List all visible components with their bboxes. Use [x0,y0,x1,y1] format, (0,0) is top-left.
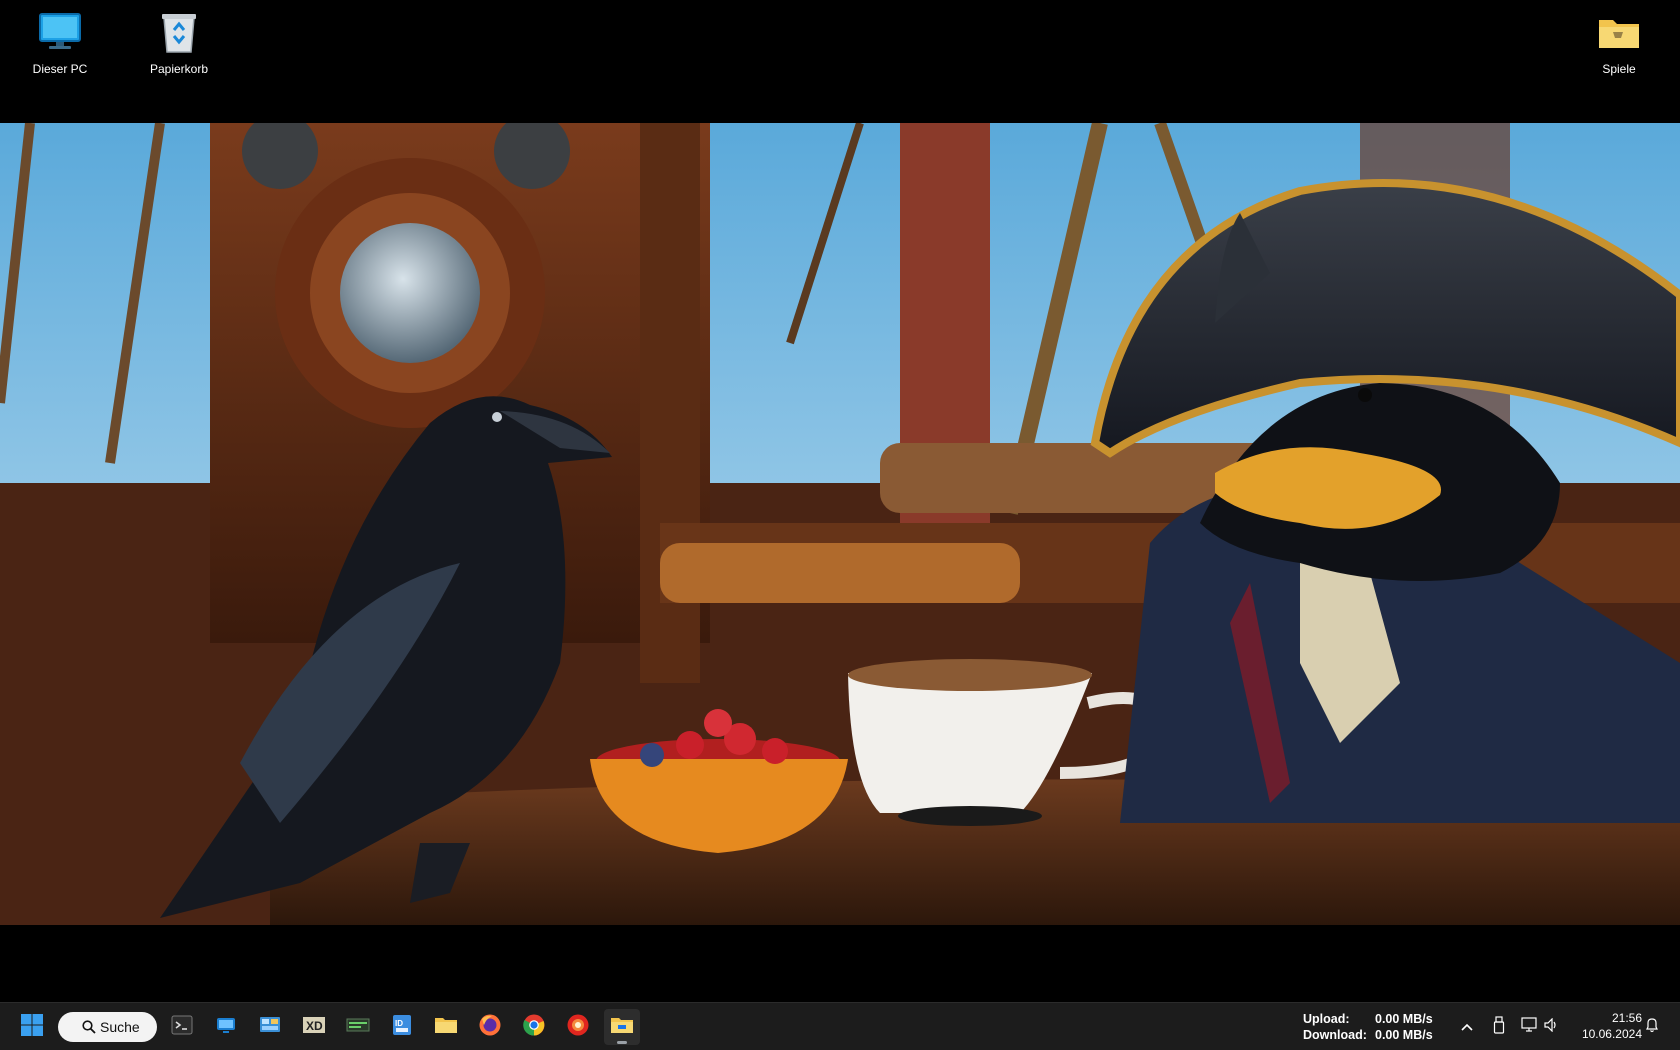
volume-icon [1544,1017,1560,1037]
search-box[interactable]: Suche [58,1012,157,1042]
desktop-icon-papierkorb[interactable]: Papierkorb [129,8,229,88]
clock[interactable]: 21:56 10.06.2024 [1570,1010,1642,1042]
chevron-up-icon [1461,1018,1473,1036]
taskbar-app-gpu-monitor[interactable] [340,1009,376,1045]
notifications-button[interactable] [1642,1017,1662,1037]
download-label: Download: [1303,1028,1367,1042]
gpu-monitor-icon [346,1017,370,1038]
desktop-icon-label: Dieser PC [32,62,88,76]
usb-icon [1493,1015,1505,1039]
taskbar-app-red-browser[interactable] [560,1009,596,1045]
tray-usb-button[interactable] [1489,1015,1509,1039]
computer-icon [36,8,84,56]
folder-app-icon [610,1015,634,1040]
running-indicator [617,1041,627,1044]
upload-label: Upload: [1303,1012,1350,1026]
wallpaper-image [0,123,1680,925]
remote-desktop-icon [215,1015,237,1040]
id-app-icon: ID [392,1014,412,1041]
network-icon [1521,1016,1539,1038]
recycle-bin-icon [155,8,203,56]
tray-overflow-button[interactable] [1457,1017,1477,1037]
svg-text:ID: ID [395,1019,403,1028]
taskbar-app-control-panel[interactable] [252,1009,288,1045]
folder-icon [1595,8,1643,56]
desktop-icon-label: Spiele [1602,62,1636,76]
desktop-icon-spiele[interactable]: Spiele [1569,8,1669,88]
network-speed-widget: Upload: 0.00 MB/s Download: 0.00 MB/s [1303,1011,1443,1043]
clock-date: 10.06.2024 [1581,1027,1642,1041]
taskbar-app-remote-desktop[interactable] [208,1009,244,1045]
taskbar-app-chrome[interactable] [516,1009,552,1045]
chrome-icon [522,1013,546,1042]
search-icon [82,1020,96,1037]
red-circle-app-icon [566,1013,590,1042]
taskbar-app-file-explorer[interactable] [428,1009,464,1045]
bell-icon [1645,1017,1659,1038]
taskbar-app-folder[interactable] [604,1009,640,1045]
tray-volume-button[interactable] [1542,1017,1562,1037]
upload-value: 0.00 MB/s [1375,1012,1433,1026]
tray-network-button[interactable] [1520,1016,1540,1038]
taskbar: Suche XD ID Upload: 0.00 MB/s Download: … [0,1002,1680,1050]
search-label: Suche [100,1019,140,1035]
control-panel-icon [259,1015,281,1040]
desktop: Dieser PC Papierkorb Spiele [0,0,1680,1002]
taskbar-app-terminal[interactable] [164,1009,200,1045]
desktop-icon-dieser-pc[interactable]: Dieser PC [10,8,110,88]
taskbar-app-id[interactable]: ID [384,1009,420,1045]
clock-time: 21:56 [1611,1011,1642,1025]
firefox-icon [478,1013,502,1042]
taskbar-app-firefox[interactable] [472,1009,508,1045]
xd-app-icon: XD [302,1015,326,1040]
file-explorer-icon [434,1015,458,1040]
svg-text:XD: XD [306,1019,323,1033]
download-value: 0.00 MB/s [1375,1028,1433,1042]
taskbar-app-xd[interactable]: XD [296,1009,332,1045]
start-button[interactable] [14,1009,50,1045]
desktop-icon-label: Papierkorb [149,62,209,76]
windows-start-icon [20,1013,44,1042]
terminal-icon [171,1015,193,1040]
